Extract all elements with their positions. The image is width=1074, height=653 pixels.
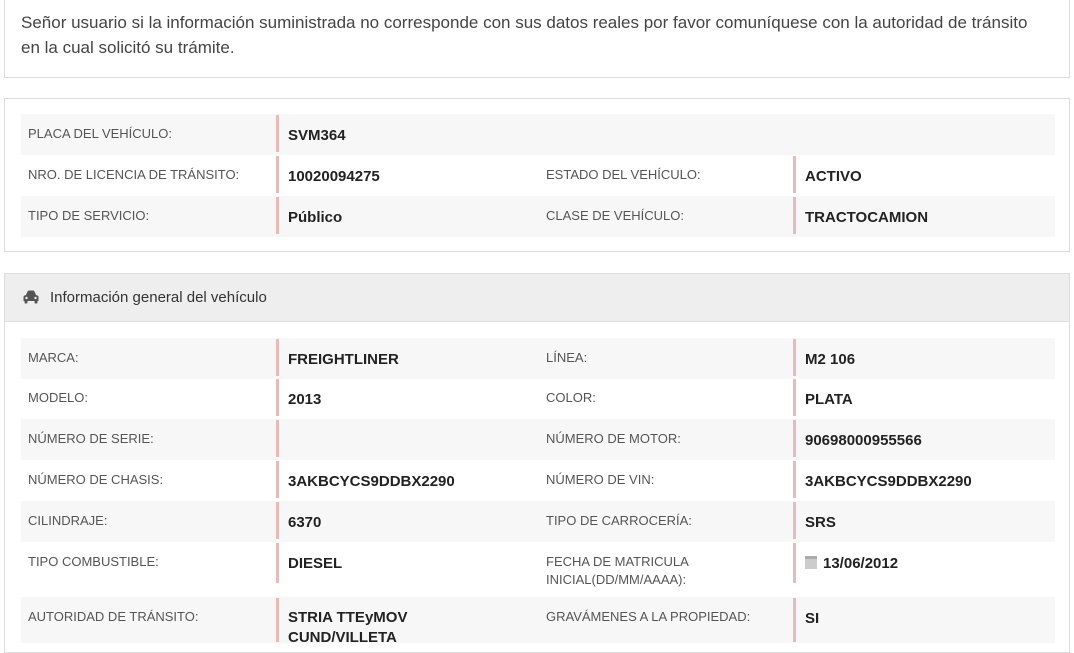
color-label: COLOR:: [546, 390, 596, 405]
serie-label: NÚMERO DE SERIE:: [28, 431, 154, 446]
licencia-label: NRO. DE LICENCIA DE TRÁNSITO:: [28, 167, 240, 182]
row-marca: MARCA: FREIGHTLINER LÍNEA: M2 106: [21, 338, 1055, 379]
marca-label: MARCA:: [28, 350, 79, 365]
gravamenes-label: GRAVÁMENES A LA PROPIEDAD:: [546, 609, 751, 624]
notice-text: Señor usuario si la información suminist…: [21, 13, 1028, 57]
general-info-header[interactable]: Información general del vehículo: [5, 274, 1069, 322]
row-cilindraje: CILINDRAJE: 6370 TIPO DE CARROCERÍA: SRS: [21, 501, 1055, 542]
placa-label: PLACA DEL VEHÍCULO:: [28, 126, 173, 141]
combustible-value: DIESEL: [288, 555, 343, 572]
row-licencia: NRO. DE LICENCIA DE TRÁNSITO: 1002009427…: [21, 155, 1055, 196]
row-combustible: TIPO COMBUSTIBLE: DIESEL FECHA DE MATRIC…: [21, 542, 1055, 590]
modelo-value: 2013: [288, 391, 322, 408]
general-info-title: Información general del vehículo: [50, 289, 267, 306]
row-servicio: TIPO DE SERVICIO: Público CLASE DE VEHÍC…: [21, 196, 1055, 237]
gravamenes-value: SI: [805, 610, 820, 627]
linea-value: M2 106: [805, 351, 856, 368]
linea-label: LÍNEA:: [546, 350, 588, 365]
calendar-icon: [805, 556, 817, 569]
vin-value: 3AKBCYCS9DDBX2290: [805, 473, 972, 490]
notice-panel: Señor usuario si la información suminist…: [4, 0, 1070, 78]
row-serie: NÚMERO DE SERIE: NÚMERO DE MOTOR: 906980…: [21, 419, 1055, 460]
modelo-label: MODELO:: [28, 390, 88, 405]
row-autoridad: AUTORIDAD DE TRÁNSITO: STRIA TTEyMOV CUN…: [21, 597, 1055, 646]
summary-panel: PLACA DEL VEHÍCULO: SVM364 NRO. DE LICEN…: [4, 98, 1070, 252]
chasis-value: 3AKBCYCS9DDBX2290: [288, 473, 455, 490]
combustible-label: TIPO COMBUSTIBLE:: [28, 554, 159, 569]
autoridad-label: AUTORIDAD DE TRÁNSITO:: [28, 609, 199, 624]
color-value: PLATA: [805, 391, 853, 408]
matricula-value: 13/06/2012: [823, 555, 899, 572]
row-placa: PLACA DEL VEHÍCULO: SVM364: [21, 114, 1055, 155]
licencia-value: 10020094275: [288, 168, 380, 185]
clase-value: TRACTOCAMION: [805, 209, 929, 226]
cilindraje-value: 6370: [288, 514, 322, 531]
chasis-label: NÚMERO DE CHASIS:: [28, 472, 164, 487]
matricula-label: FECHA DE MATRICULA INICIAL(DD/MM/AAAA):: [546, 554, 689, 587]
estado-label: ESTADO DEL VEHÍCULO:: [546, 167, 701, 182]
vin-label: NÚMERO DE VIN:: [546, 472, 655, 487]
servicio-label: TIPO DE SERVICIO:: [28, 208, 150, 223]
estado-value: ACTIVO: [805, 168, 862, 185]
car-icon: [23, 290, 39, 304]
motor-value: 90698000955566: [805, 432, 922, 449]
row-chasis: NÚMERO DE CHASIS: 3AKBCYCS9DDBX2290 NÚME…: [21, 460, 1055, 501]
marca-value: FREIGHTLINER: [288, 351, 399, 368]
placa-value: SVM364: [288, 127, 346, 144]
carroceria-label: TIPO DE CARROCERÍA:: [546, 513, 692, 528]
motor-label: NÚMERO DE MOTOR:: [546, 431, 681, 446]
autoridad-value: STRIA TTEyMOV CUND/VILLETA: [288, 609, 408, 646]
clase-label: CLASE DE VEHÍCULO:: [546, 208, 684, 223]
row-modelo: MODELO: 2013 COLOR: PLATA: [21, 378, 1055, 419]
carroceria-value: SRS: [805, 514, 836, 531]
servicio-value: Público: [288, 209, 343, 226]
cilindraje-label: CILINDRAJE:: [28, 513, 108, 528]
general-info-panel: Información general del vehículo MARCA: …: [4, 273, 1070, 653]
